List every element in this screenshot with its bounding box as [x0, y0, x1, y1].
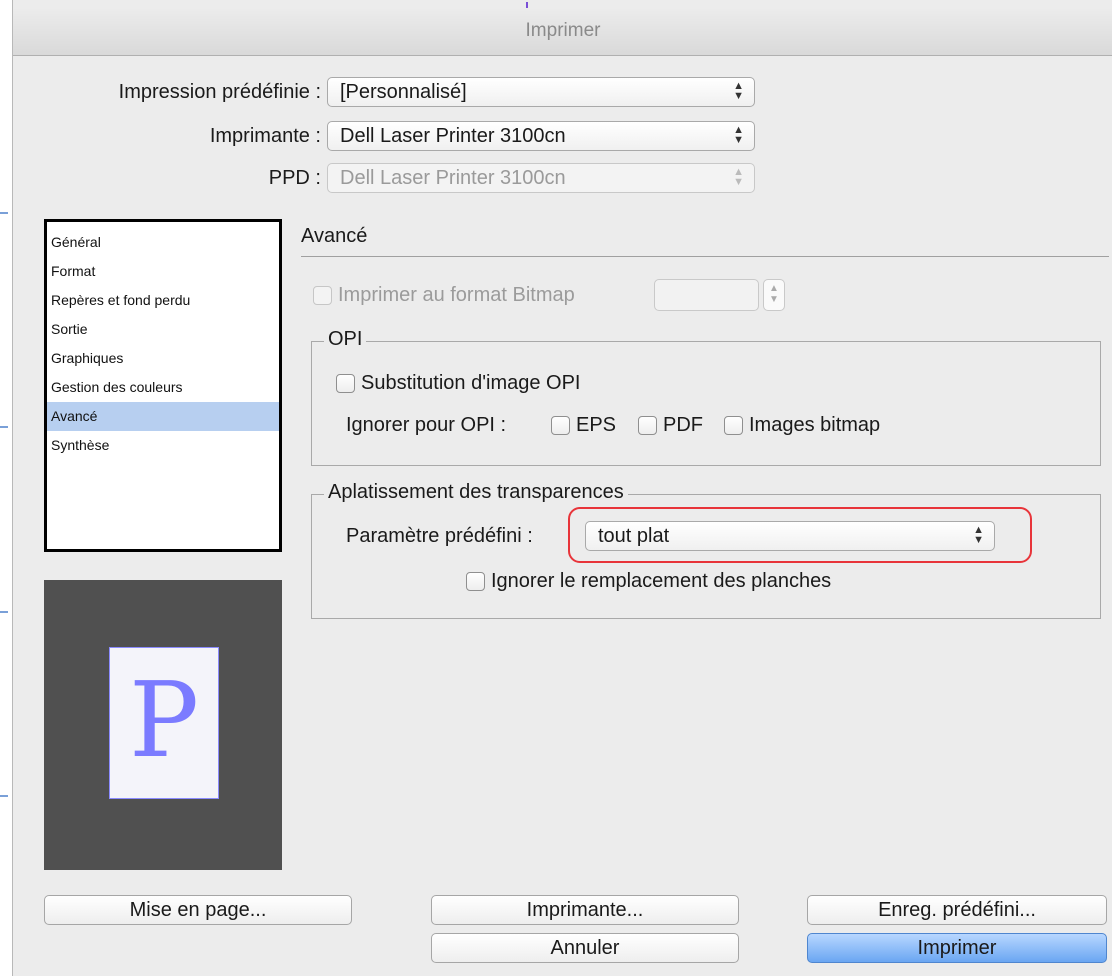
bitmap-resolution-field	[654, 279, 759, 311]
save-preset-button[interactable]: Enreg. prédéfini...	[807, 895, 1107, 925]
opi-substitution-checkbox[interactable]	[336, 374, 355, 393]
category-item-general[interactable]: Général	[47, 228, 279, 257]
flattener-preset-value: tout plat	[598, 525, 670, 547]
bitmap-label: Imprimer au format Bitmap	[338, 284, 575, 306]
opi-ignore-label: Ignorer pour OPI :	[346, 414, 507, 436]
edge-marker	[0, 611, 8, 613]
panel-title: Avancé	[301, 225, 368, 247]
preview-letter: P	[129, 659, 199, 781]
opi-pdf-label: PDF	[663, 414, 703, 436]
ignore-spread-row[interactable]: Ignorer le remplacement des planches	[466, 570, 831, 593]
preset-label: Impression prédéfinie :	[118, 81, 321, 103]
opi-substitution-label: Substitution d'image OPI	[361, 372, 581, 394]
popup-arrows-icon: ▲ ▼	[733, 166, 744, 188]
opi-eps-label: EPS	[576, 414, 617, 436]
print-dialog: Imprimer Impression prédéfinie : [Person…	[12, 0, 1112, 976]
opi-legend: OPI	[324, 328, 367, 351]
opi-substitution-row[interactable]: Substitution d'image OPI	[336, 372, 581, 395]
ppd-label: PPD :	[33, 167, 321, 190]
page-setup-button[interactable]: Mise en page...	[44, 895, 352, 925]
flattener-legend: Aplatissement des transparences	[324, 481, 628, 504]
print-button[interactable]: Imprimer	[807, 933, 1107, 963]
preview-page: P	[109, 647, 219, 799]
category-item-advanced[interactable]: Avancé	[47, 402, 279, 431]
flattener-preset-popup[interactable]: tout plat ▲ ▼	[585, 521, 995, 551]
ignore-spread-checkbox[interactable]	[466, 572, 485, 591]
ignore-spread-label: Ignorer le remplacement des planches	[491, 570, 832, 592]
flattener-preset-label: Paramètre prédéfini :	[346, 525, 533, 547]
popup-arrows-icon: ▲ ▼	[733, 124, 744, 146]
opi-bitmap-images-label: Images bitmap	[749, 414, 881, 436]
cancel-button[interactable]: Annuler	[431, 933, 739, 963]
window-title: Imprimer	[525, 20, 601, 41]
printer-value: Dell Laser Printer 3100cn	[340, 125, 566, 147]
opi-bitmap-images-row[interactable]: Images bitmap	[724, 414, 880, 437]
printer-popup[interactable]: Dell Laser Printer 3100cn ▲ ▼	[327, 121, 755, 151]
bitmap-stepper: ▲ ▼	[763, 279, 785, 311]
bitmap-checkbox-row: Imprimer au format Bitmap	[313, 284, 575, 307]
opi-pdf-row[interactable]: PDF	[638, 414, 703, 437]
popup-arrows-icon: ▲ ▼	[733, 80, 744, 102]
ppd-popup: Dell Laser Printer 3100cn ▲ ▼	[327, 163, 755, 193]
category-item-output[interactable]: Sortie	[47, 315, 279, 344]
opi-pdf-checkbox[interactable]	[638, 416, 657, 435]
bitmap-checkbox	[313, 286, 332, 305]
category-item-marks-bleed[interactable]: Repères et fond perdu	[47, 286, 279, 315]
title-bar[interactable]: Imprimer	[13, 2, 1112, 56]
opi-bitmap-images-checkbox[interactable]	[724, 416, 743, 435]
edge-marker	[0, 426, 8, 428]
popup-arrows-icon: ▲ ▼	[973, 524, 984, 546]
printer-button[interactable]: Imprimante...	[431, 895, 739, 925]
ppd-value: Dell Laser Printer 3100cn	[340, 167, 566, 189]
preset-value: [Personnalisé]	[340, 81, 467, 103]
ppd-label-text: PPD :	[268, 167, 321, 189]
category-item-graphics[interactable]: Graphiques	[47, 344, 279, 373]
category-item-format[interactable]: Format	[47, 257, 279, 286]
preset-popup[interactable]: [Personnalisé] ▲ ▼	[327, 77, 755, 107]
page-preview: P	[44, 580, 282, 870]
edge-marker	[0, 795, 8, 797]
opi-group: OPI	[311, 328, 1101, 466]
opi-eps-checkbox[interactable]	[551, 416, 570, 435]
category-item-summary[interactable]: Synthèse	[47, 431, 279, 460]
category-list[interactable]: Général Format Repères et fond perdu Sor…	[44, 219, 282, 552]
panel-divider	[301, 256, 1109, 257]
edge-marker	[0, 212, 8, 214]
title-marker	[526, 2, 528, 8]
opi-eps-row[interactable]: EPS	[551, 414, 616, 437]
category-item-color-management[interactable]: Gestion des couleurs	[47, 373, 279, 402]
printer-label: Imprimante :	[209, 125, 321, 147]
